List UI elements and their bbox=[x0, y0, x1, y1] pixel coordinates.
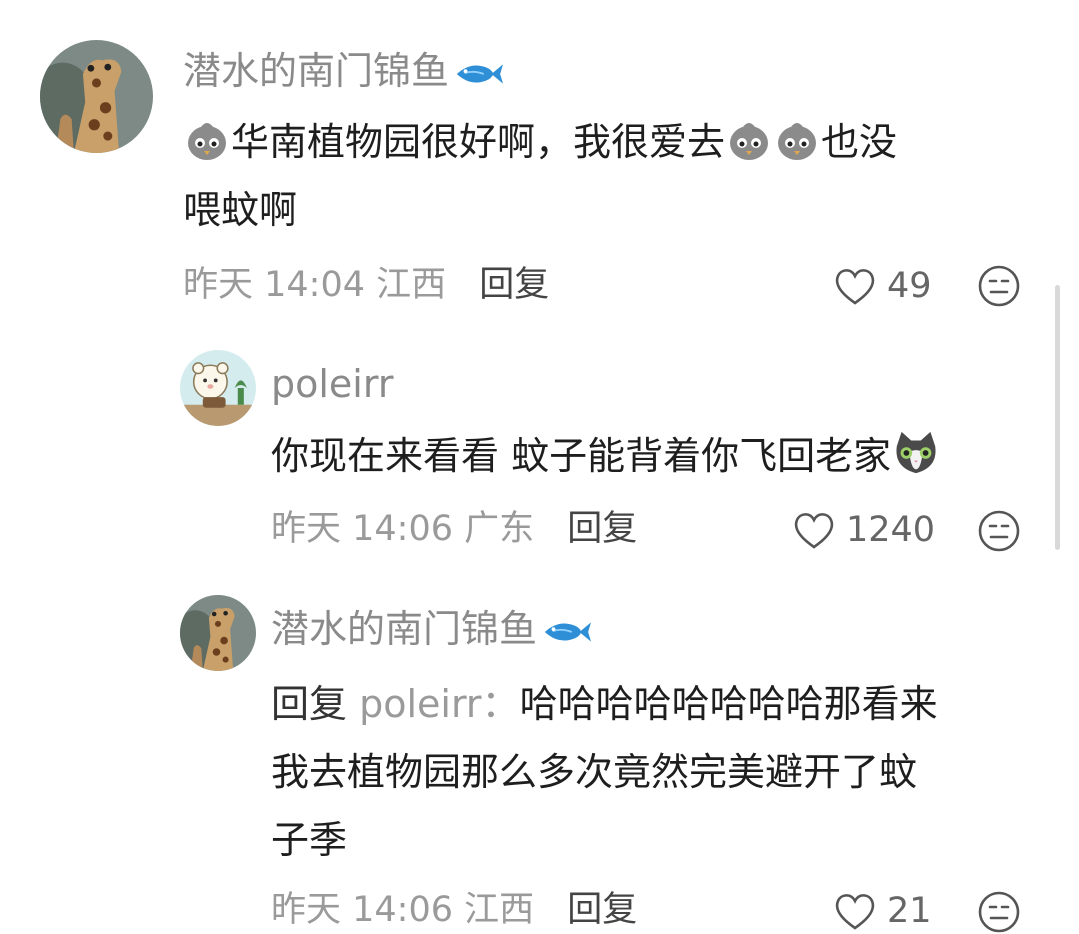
username-text: poleirr bbox=[271, 362, 394, 406]
timestamp: 昨天 14:06 bbox=[271, 509, 453, 549]
scrollbar[interactable] bbox=[1055, 285, 1060, 550]
comment-meta: 昨天 14:04 江西 回复 bbox=[183, 268, 549, 303]
like-count: 21 bbox=[887, 890, 932, 931]
avatar[interactable] bbox=[40, 40, 153, 153]
username[interactable]: 潜水的南门锦鱼 bbox=[271, 610, 591, 648]
like-count: 49 bbox=[887, 265, 932, 306]
reply-button[interactable]: 回复 bbox=[479, 265, 549, 305]
heart-icon bbox=[833, 266, 877, 306]
comment-meta: 昨天 14:06 广东 回复 bbox=[271, 512, 637, 547]
location: 江西 bbox=[464, 890, 535, 930]
username[interactable]: 潜水的南门锦鱼 bbox=[183, 52, 503, 90]
comment-text: 华南植物园很好啊，我很爱去 也没 喂蚊啊 bbox=[183, 108, 1043, 244]
bear-avatar-icon bbox=[180, 350, 256, 426]
heart-icon bbox=[833, 891, 877, 931]
bird-emoji-icon bbox=[726, 117, 772, 163]
cat-emoji-icon bbox=[892, 429, 940, 477]
username-text: 潜水的南门锦鱼 bbox=[271, 607, 538, 651]
dislike-icon[interactable] bbox=[977, 509, 1021, 553]
giraffe-avatar-icon bbox=[180, 595, 256, 671]
giraffe-avatar-icon bbox=[40, 40, 153, 153]
username[interactable]: poleirr bbox=[271, 365, 393, 403]
username-text: 潜水的南门锦鱼 bbox=[183, 49, 450, 93]
reply-prefix: 回复 bbox=[271, 682, 348, 726]
timestamp: 昨天 14:06 bbox=[271, 890, 453, 930]
like-button[interactable]: 49 bbox=[833, 266, 932, 306]
fish-icon bbox=[541, 617, 591, 647]
reply-target[interactable]: poleirr： bbox=[359, 682, 519, 726]
location: 江西 bbox=[376, 265, 447, 305]
comment-text: 回复 poleirr：哈哈哈哈哈哈哈哈那看来 我去植物园那么多次竟然完美避开了蚊… bbox=[271, 682, 938, 862]
like-count: 1240 bbox=[846, 509, 936, 550]
reply-button[interactable]: 回复 bbox=[567, 509, 637, 549]
like-button[interactable]: 1240 bbox=[792, 510, 935, 550]
avatar[interactable] bbox=[180, 595, 256, 671]
timestamp: 昨天 14:04 bbox=[183, 265, 365, 305]
dislike-icon[interactable] bbox=[977, 890, 1021, 934]
bird-emoji-icon bbox=[184, 117, 230, 163]
comment-meta: 昨天 14:06 江西 回复 bbox=[271, 893, 637, 928]
comment-text: 你现在来看看 蚊子能背着你飞回老家 bbox=[271, 422, 1051, 490]
location: 广东 bbox=[464, 509, 535, 549]
heart-icon bbox=[792, 510, 836, 550]
like-button[interactable]: 21 bbox=[833, 891, 932, 931]
fish-icon bbox=[453, 59, 503, 89]
dislike-icon[interactable] bbox=[977, 264, 1021, 308]
reply-button[interactable]: 回复 bbox=[567, 890, 637, 930]
bird-emoji-icon bbox=[774, 117, 820, 163]
avatar[interactable] bbox=[180, 350, 256, 426]
